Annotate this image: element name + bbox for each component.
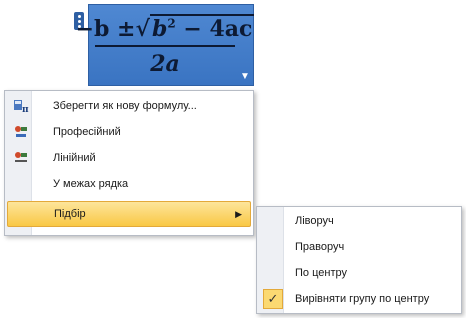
submenu-item-center-as-group[interactable]: ✓ Вирівняти групу по центру [259,287,459,311]
menu-item-save-as-new-formula[interactable]: π Зберегти як нову формулу... [7,93,251,119]
square-root: √ b2 − 4ac [135,13,255,42]
radicand-exponent: 2 [167,16,176,31]
sqrt-radicand: b2 − 4ac [149,13,255,42]
submenu-item-center[interactable]: По центру [259,261,459,285]
menu-item-label: Зберегти як нову формулу... [53,100,197,112]
submenu-item-label: Праворуч [295,241,345,253]
equation-content: −b ± √ b2 − 4ac 2a [76,11,255,79]
fraction-line [95,44,235,47]
equation-box[interactable]: −b ± √ b2 − 4ac 2a ▼ [76,4,255,86]
menu-item-label: Лінійний [53,152,96,164]
menu-item-label: Підбір [54,208,86,220]
equation-numerator: −b ± √ b2 − 4ac [75,13,255,42]
equation-minus-b: −b ± [75,15,136,42]
equation-denominator: 2a [150,50,180,77]
equation-options-menu: π Зберегти як нову формулу... Професійни… [4,90,254,236]
menu-item-professional[interactable]: Професійний [7,119,251,145]
menu-item-inline[interactable]: У межах рядка [7,171,251,197]
submenu-item-label: По центру [295,267,347,279]
submenu-arrow-icon: ▶ [235,208,242,219]
menu-item-linear[interactable]: Лінійний [7,145,251,171]
linear-format-icon [15,152,27,162]
submenu-item-left[interactable]: Ліворуч [259,209,459,233]
submenu-item-label: Вирівняти групу по центру [295,293,430,305]
menu-item-label: Професійний [53,126,121,138]
submenu-item-label: Ліворуч [295,215,334,227]
professional-format-icon [15,126,27,137]
sqrt-symbol: √ [135,15,150,42]
menu-item-label: У межах рядка [53,178,129,190]
svg-text:π: π [22,105,29,114]
radicand-b: b [151,15,168,42]
justification-submenu: Ліворуч Праворуч По центру ✓ Вирівняти г… [256,206,462,314]
chevron-down-icon[interactable]: ▼ [239,71,251,83]
save-formula-icon: π [14,100,29,114]
menu-item-justification[interactable]: Підбір ▶ [7,201,251,227]
radicand-rest: − 4ac [175,15,253,42]
submenu-item-right[interactable]: Праворуч [259,235,459,259]
checkmark-icon: ✓ [263,289,283,309]
